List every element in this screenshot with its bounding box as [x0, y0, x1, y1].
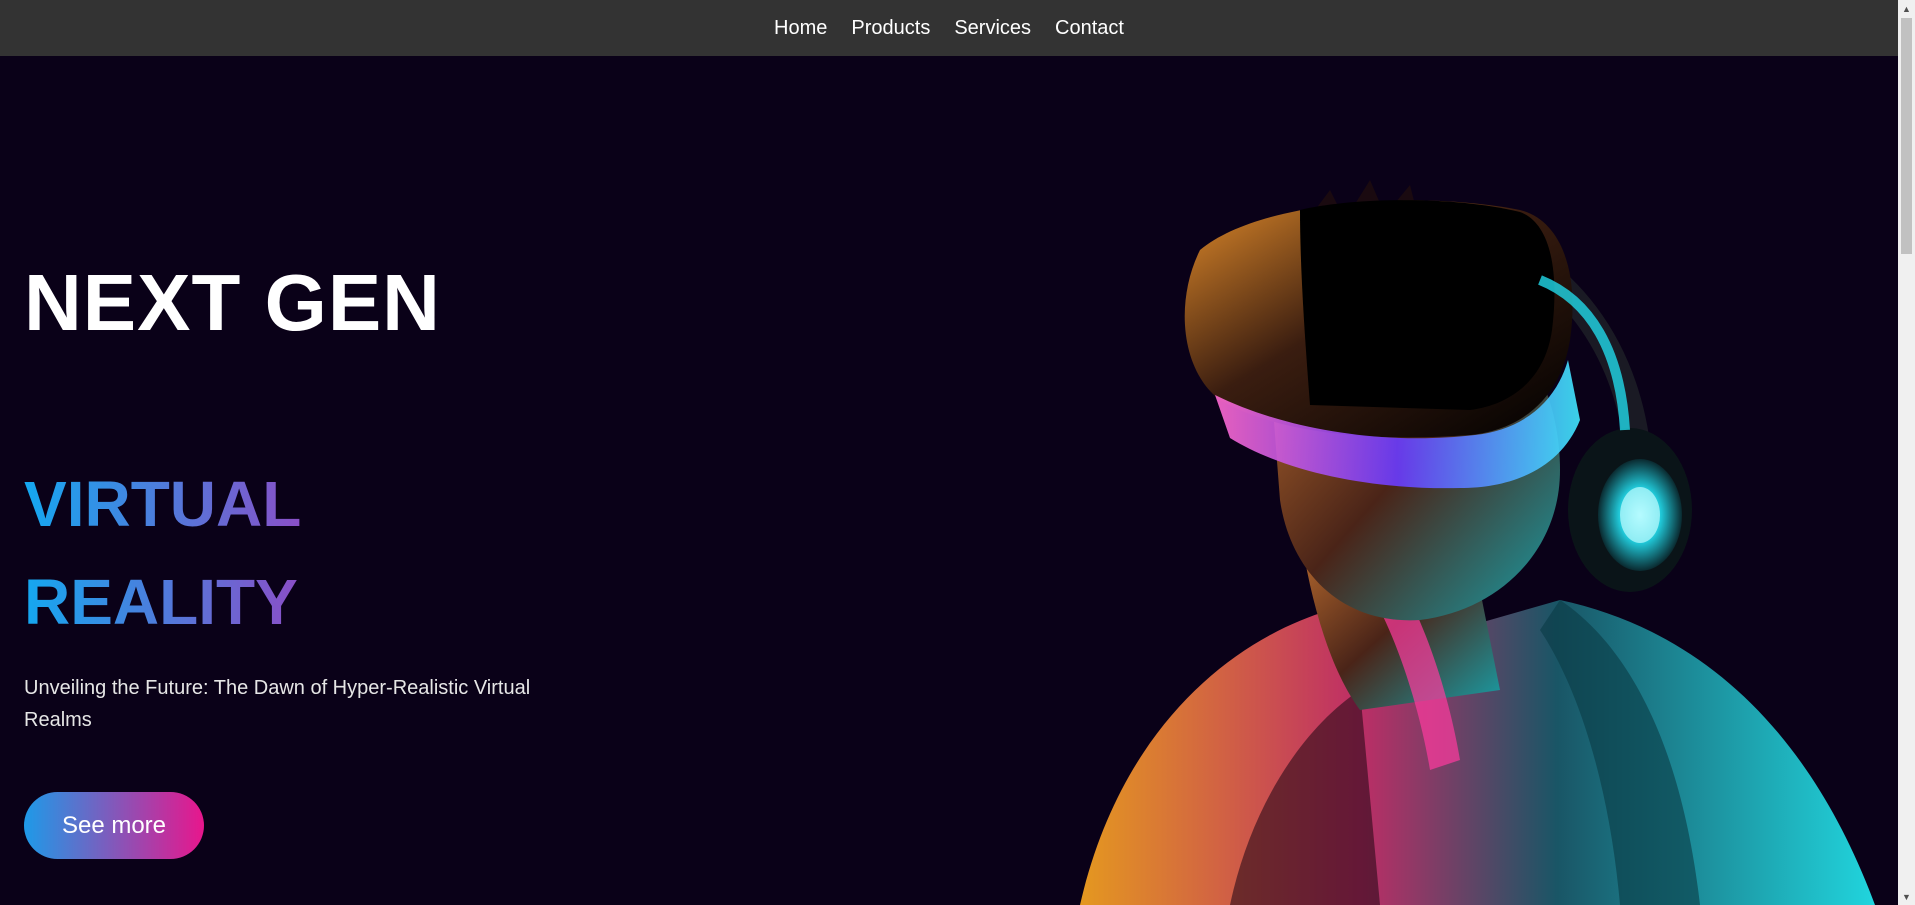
hero-subtitle-virtual: VIRTUAL — [24, 468, 302, 540]
hero-description: Unveiling the Future: The Dawn of Hyper-… — [24, 677, 531, 731]
nav-link-services[interactable]: Services — [954, 17, 1031, 40]
page: Home Products Services Contact NEXT GEN … — [0, 0, 1915, 905]
hero-subtitle-reality: REALITY — [24, 566, 298, 638]
hero-title: NEXT GEN — [24, 258, 441, 347]
nav-link-home[interactable]: Home — [774, 17, 827, 40]
scroll-up-arrow-icon[interactable]: ▲ — [1898, 0, 1915, 17]
scrollbar-thumb[interactable] — [1901, 18, 1912, 254]
vertical-scrollbar[interactable]: ▲ ▼ — [1898, 0, 1915, 905]
scroll-down-arrow-icon[interactable]: ▼ — [1898, 888, 1915, 905]
nav-link-contact[interactable]: Contact — [1055, 17, 1124, 40]
top-navigation: Home Products Services Contact — [0, 0, 1898, 56]
vr-headset-person-image — [1080, 180, 1875, 905]
nav-link-products[interactable]: Products — [851, 17, 930, 40]
see-more-button[interactable]: See more — [24, 792, 204, 859]
